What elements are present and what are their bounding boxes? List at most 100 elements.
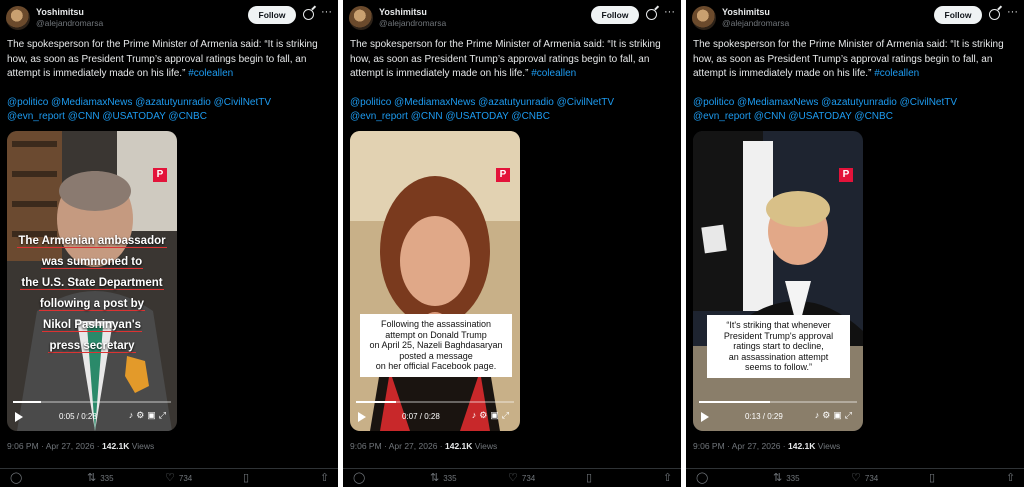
video-player[interactable]: P The Armenian ambassador was summoned t…	[7, 131, 177, 431]
reply-icon: ◯	[696, 472, 709, 484]
pip-icon[interactable]: ▣	[147, 410, 159, 420]
bookmark-icon: ▯	[929, 472, 936, 484]
caption-line: seems to follow.”	[744, 362, 813, 372]
timestamp[interactable]: 9:06 PM · Apr 27, 2026 ·	[693, 441, 786, 451]
follow-button[interactable]: Follow	[248, 6, 296, 24]
timestamp[interactable]: 9:06 PM · Apr 27, 2026 ·	[350, 441, 443, 451]
share-icon: ⇧	[663, 472, 673, 484]
bookmark-button[interactable]: ▯	[929, 472, 936, 484]
caption-line: press secretary	[48, 340, 136, 353]
hashtag-link[interactable]: #coleallen	[531, 68, 576, 79]
play-icon[interactable]	[358, 412, 366, 422]
author-name[interactable]: Yoshimitsu	[379, 7, 427, 17]
mentions-line-1[interactable]: @politico @MediamaxNews @azatutyunradio …	[7, 96, 333, 111]
mentions: @politico @MediamaxNews @azatutyunradio …	[693, 96, 1019, 125]
reply-button[interactable]: ◯	[353, 473, 365, 484]
player-icons: ♪⚙▣⤢	[815, 410, 855, 421]
more-icon[interactable]: ···	[1007, 7, 1018, 18]
settings-icon[interactable]: ⚙	[822, 410, 833, 420]
mentions-line-1[interactable]: @politico @MediamaxNews @azatutyunradio …	[350, 96, 676, 111]
play-icon[interactable]	[701, 412, 709, 422]
share-button[interactable]: ⇧	[320, 472, 330, 484]
seek-bar[interactable]	[13, 401, 171, 403]
follow-button[interactable]: Follow	[934, 6, 982, 24]
channel-badge: P	[839, 168, 853, 182]
like-icon: ♡	[165, 472, 175, 484]
views-label: Views	[131, 441, 155, 451]
player-icons: ♪⚙▣⤢	[472, 410, 512, 421]
mentions-line-2[interactable]: @evn_report @CNN @USATODAY @CNBC	[7, 110, 333, 125]
action-bar: ◯ ⇅ 335 ♡ 734 ▯ ⇧	[0, 468, 338, 484]
like-button[interactable]: ♡ 734	[851, 472, 879, 484]
seek-bar[interactable]	[356, 401, 514, 403]
caption-line: an assassination attempt	[728, 351, 829, 362]
reply-button[interactable]: ◯	[696, 472, 709, 484]
avatar[interactable]	[6, 6, 30, 30]
more-icon[interactable]: ···	[664, 7, 675, 18]
video-player[interactable]: P “It's striking that whenever President…	[693, 131, 863, 431]
author-name[interactable]: Yoshimitsu	[36, 7, 84, 17]
hashtag-link[interactable]: #coleallen	[188, 68, 233, 79]
avatar[interactable]	[349, 6, 373, 30]
video-time: 0:13 / 0:29	[745, 412, 783, 421]
bookmark-button[interactable]: ▯	[586, 473, 592, 484]
reply-icon: ◯	[10, 472, 23, 484]
avatar[interactable]	[692, 6, 716, 30]
fullscreen-icon[interactable]: ⤢	[502, 410, 512, 420]
video-caption: The Armenian ambassador was summoned to …	[17, 231, 167, 357]
tweet-header: Yoshimitsu @alejandromarsa Follow ···	[6, 6, 332, 32]
pip-icon[interactable]: ▣	[833, 410, 845, 420]
author-name[interactable]: Yoshimitsu	[722, 7, 770, 17]
fullscreen-icon[interactable]: ⤢	[845, 410, 855, 420]
share-button[interactable]: ⇧	[663, 472, 673, 484]
settings-icon[interactable]: ⚙	[479, 410, 490, 420]
settings-icon[interactable]: ⚙	[136, 410, 147, 420]
reply-button[interactable]: ◯	[10, 472, 23, 484]
retweet-button[interactable]: ⇅ 335	[430, 473, 457, 484]
author-handle[interactable]: @alejandromarsa	[722, 18, 789, 28]
tweet-text: The spokesperson for the Prime Minister …	[350, 38, 676, 125]
more-icon[interactable]: ···	[321, 7, 332, 18]
views-count: 142.1K	[787, 441, 816, 451]
retweet-button[interactable]: ⇅ 335	[773, 473, 800, 484]
author-handle[interactable]: @alejandromarsa	[379, 18, 446, 28]
mentions-line-2[interactable]: @evn_report @CNN @USATODAY @CNBC	[350, 110, 676, 125]
views-label: Views	[817, 441, 841, 451]
grok-icon[interactable]	[646, 9, 657, 20]
hashtag-link[interactable]: #coleallen	[874, 68, 919, 79]
like-button[interactable]: ♡ 734	[508, 473, 535, 484]
video-controls: 0:05 / 0:28 ♪⚙▣⤢	[7, 401, 177, 431]
grok-icon[interactable]	[303, 9, 314, 20]
like-icon: ♡	[851, 472, 861, 484]
seek-progress	[356, 401, 396, 403]
like-button[interactable]: ♡ 734	[165, 472, 192, 484]
video-controls: 0:07 / 0:28 ♪⚙▣⤢	[350, 401, 520, 431]
mentions-line-2[interactable]: @evn_report @CNN @USATODAY @CNBC	[693, 110, 1019, 125]
seek-bar[interactable]	[699, 401, 857, 403]
share-icon: ⇧	[320, 472, 330, 484]
share-button[interactable]: ⇧	[1006, 473, 1015, 484]
tweet-panel-2: Yoshimitsu @alejandromarsa Follow ··· Th…	[343, 0, 681, 487]
pip-icon[interactable]: ▣	[490, 410, 502, 420]
video-player[interactable]: P Following the assassination attempt on…	[350, 131, 520, 431]
retweet-count: 335	[443, 473, 457, 483]
follow-button[interactable]: Follow	[591, 6, 639, 24]
bookmark-button[interactable]: ▯	[243, 473, 249, 484]
mentions-line-1[interactable]: @politico @MediamaxNews @azatutyunradio …	[693, 96, 1019, 111]
caption-line: on April 25, Nazeli Baghdasaryan	[369, 340, 503, 350]
fullscreen-icon[interactable]: ⤢	[159, 410, 169, 420]
retweet-button[interactable]: ⇅ 335	[87, 473, 114, 484]
play-icon[interactable]	[15, 412, 23, 422]
caption-line: The Armenian ambassador	[17, 235, 167, 248]
video-time: 0:05 / 0:28	[59, 412, 97, 421]
tweet-header: Yoshimitsu @alejandromarsa Follow ···	[349, 6, 675, 32]
channel-badge: P	[496, 168, 510, 182]
grok-icon[interactable]	[989, 9, 1000, 20]
tweet-meta: 9:06 PM · Apr 27, 2026 · 142.1K Views	[7, 441, 154, 451]
like-count: 734	[864, 473, 879, 483]
author-handle[interactable]: @alejandromarsa	[36, 18, 103, 28]
tweet-text-main: The spokesperson for the Prime Minister …	[350, 39, 661, 79]
timestamp[interactable]: 9:06 PM · Apr 27, 2026 ·	[7, 441, 100, 451]
tweet-meta: 9:06 PM · Apr 27, 2026 · 142.1K Views	[693, 441, 840, 451]
tweet-meta: 9:06 PM · Apr 27, 2026 · 142.1K Views	[350, 441, 497, 451]
